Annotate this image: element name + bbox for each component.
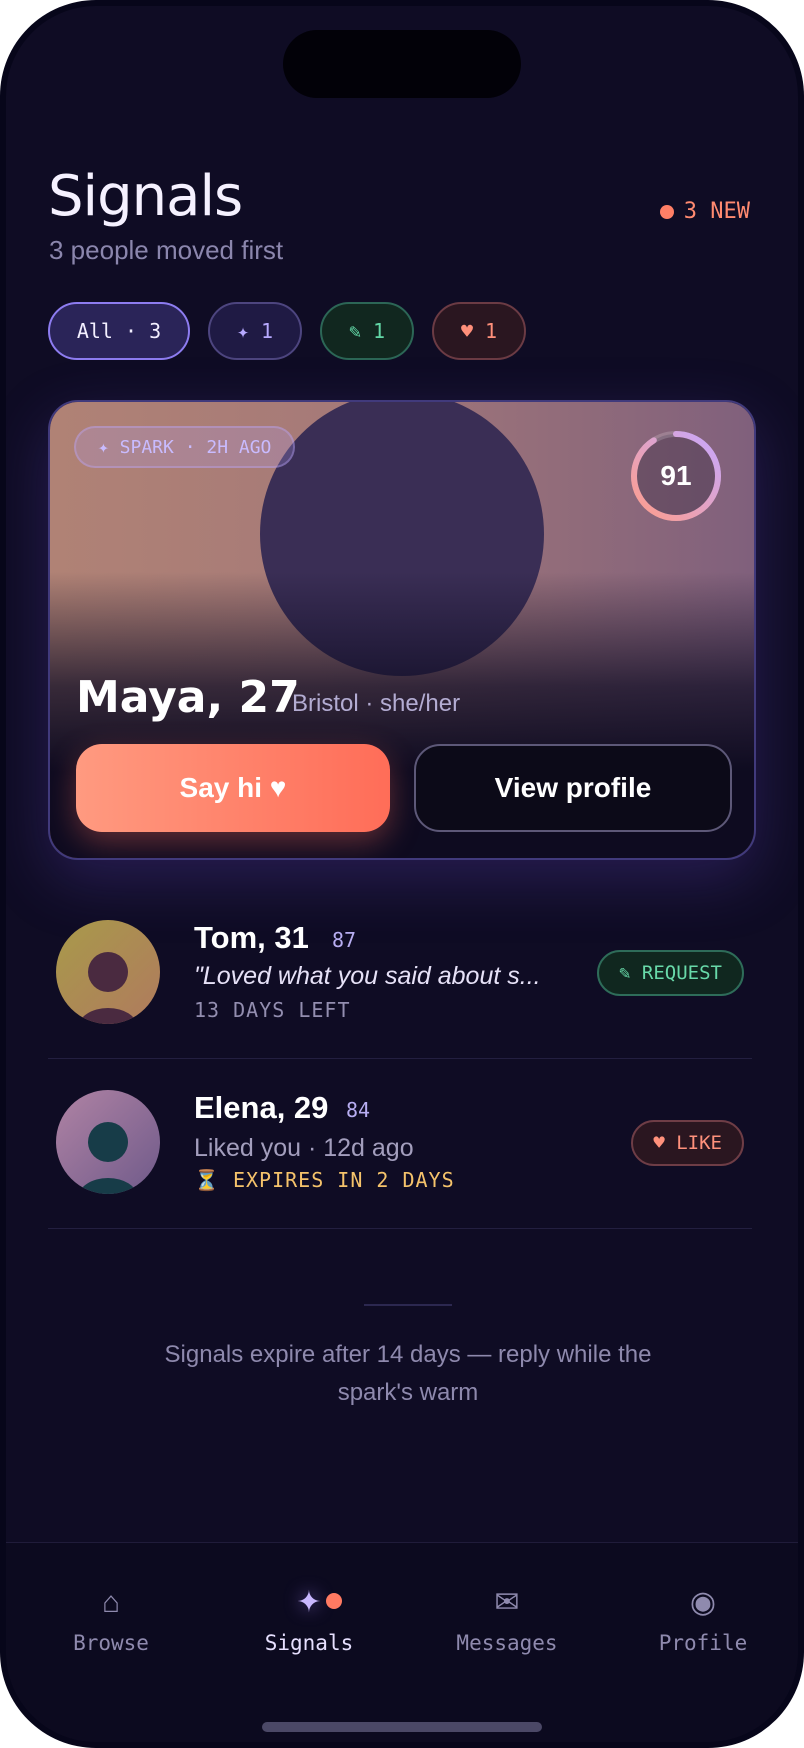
avatar-body-icon: [78, 1008, 138, 1024]
signal-name: Elena, 29: [194, 1090, 329, 1125]
avatar: [56, 1090, 160, 1194]
profile-icon: ◉: [689, 1586, 717, 1619]
home-indicator: [262, 1722, 542, 1732]
say-hi-button[interactable]: Say hi ♥: [76, 744, 390, 832]
filter-chip-all[interactable]: All · 3: [48, 302, 190, 360]
featured-signal-card[interactable]: ✦ SPARK · 2H AGO 91 Maya, 27 Bristol · s…: [48, 400, 756, 860]
avatar-head-icon: [88, 952, 128, 992]
sparkle-icon: ✦: [296, 1586, 322, 1619]
tab-browse[interactable]: ⌂ Browse: [26, 1583, 196, 1655]
dynamic-island: [283, 30, 521, 98]
signal-expiry-warning: ⏳ EXPIRES IN 2 DAYS: [194, 1168, 455, 1192]
tab-label: Profile: [658, 1631, 748, 1655]
avatar-head-icon: [88, 1122, 128, 1162]
request-tag[interactable]: ✎ REQUEST: [597, 950, 744, 996]
new-count-badge: 3 NEW: [659, 199, 750, 224]
home-icon: ⌂: [101, 1586, 121, 1619]
signal-message: "Loved what you said about s...: [194, 962, 541, 990]
tab-messages[interactable]: ✉ Messages: [422, 1583, 592, 1655]
like-tag[interactable]: ♥ LIKE: [631, 1120, 744, 1166]
view-profile-button[interactable]: View profile: [414, 744, 732, 832]
tab-label: Signals: [264, 1631, 354, 1655]
signal-score: 84: [346, 1098, 371, 1122]
page-subtitle: 3 people moved first: [49, 235, 284, 265]
spark-tag: ✦ SPARK · 2H AGO: [74, 426, 296, 468]
tab-label: Browse: [73, 1631, 149, 1655]
signal-name: Tom, 31: [194, 920, 309, 955]
filter-chip-spark[interactable]: ✦ 1: [208, 302, 302, 360]
tab-label: Messages: [456, 1631, 558, 1655]
new-count-label: 3 NEW: [683, 199, 750, 224]
screen: Signals 3 people moved first 3 NEW All ·…: [6, 6, 798, 1742]
expiry-footnote: Signals expire after 14 days — reply whi…: [164, 1341, 652, 1406]
signal-score: 87: [332, 928, 357, 952]
filter-chip-like[interactable]: ♥ 1: [432, 302, 526, 360]
profile-location: Bristol · she/her: [292, 690, 461, 717]
avatar-body-icon: [78, 1178, 138, 1194]
match-score: 91: [660, 460, 692, 491]
signal-row-tom[interactable]: Tom, 31 87 "Loved what you said about s.…: [48, 888, 752, 1059]
tab-profile[interactable]: ◉ Profile: [618, 1583, 788, 1655]
signal-message: Liked you · 12d ago: [194, 1134, 414, 1162]
profile-name: Maya, 27: [76, 672, 300, 723]
divider: [364, 1304, 452, 1306]
envelope-icon: ✉: [494, 1586, 520, 1619]
filter-chip-request[interactable]: ✎ 1: [320, 302, 414, 360]
tab-signals[interactable]: ✦ Signals: [224, 1583, 394, 1655]
notification-dot-icon: [326, 1593, 342, 1609]
tab-bar: ⌂ Browse ✦ Signals ✉ Messages ◉ Profile: [6, 1542, 798, 1742]
phone-frame: Signals 3 people moved first 3 NEW All ·…: [0, 0, 804, 1748]
signal-time-left: 13 DAYS LEFT: [194, 998, 351, 1022]
page-title: Signals: [48, 164, 243, 229]
avatar: [56, 920, 160, 1024]
new-dot-icon: [659, 204, 674, 219]
signal-row-elena[interactable]: Elena, 29 84 Liked you · 12d ago ⏳ EXPIR…: [48, 1058, 752, 1229]
